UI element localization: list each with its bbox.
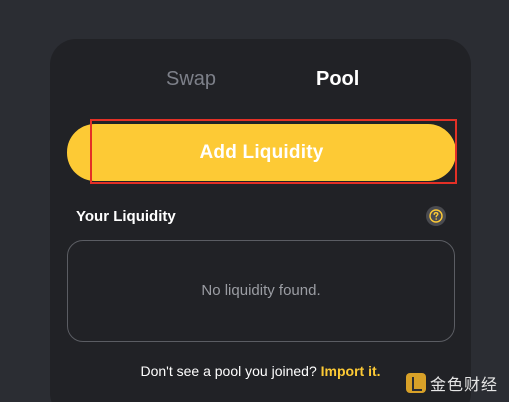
- add-liquidity-button[interactable]: Add Liquidity: [67, 124, 456, 181]
- import-pool-link[interactable]: Import it.: [321, 363, 381, 379]
- question-mark-circle-icon[interactable]: [426, 206, 446, 226]
- watermark: 金色财经: [406, 372, 498, 394]
- liquidity-list-box: No liquidity found.: [67, 240, 455, 342]
- watermark-text: 金色财经: [430, 375, 499, 394]
- import-prompt-text: Don't see a pool you joined?: [140, 363, 321, 379]
- jinse-logo-icon: [406, 373, 426, 393]
- question-mark-glyph: [429, 209, 443, 223]
- empty-liquidity-message: No liquidity found.: [201, 282, 321, 299]
- your-liquidity-heading: Your Liquidity: [76, 208, 176, 225]
- tab-swap[interactable]: Swap: [166, 66, 216, 92]
- tab-pool[interactable]: Pool: [316, 66, 359, 92]
- add-liquidity-label: Add Liquidity: [199, 142, 324, 163]
- tab-bar: Swap Pool: [0, 66, 509, 92]
- page: Swap Pool Add Liquidity Your Liquidity N…: [0, 0, 509, 402]
